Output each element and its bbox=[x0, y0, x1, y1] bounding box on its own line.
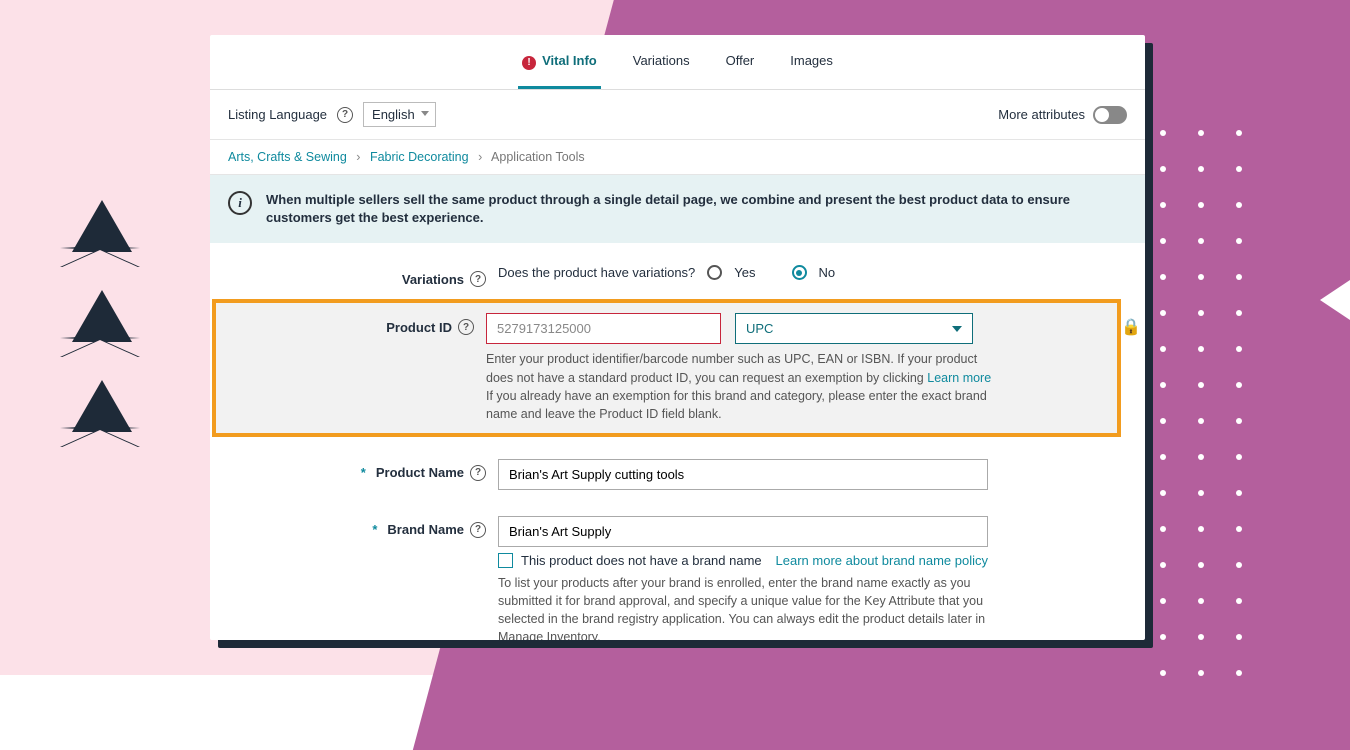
help-icon[interactable]: ? bbox=[470, 465, 486, 481]
product-id-help: Enter your product identifier/barcode nu… bbox=[486, 350, 996, 423]
info-icon: i bbox=[228, 191, 252, 215]
tab-images[interactable]: Images bbox=[786, 53, 837, 89]
warning-icon: ! bbox=[522, 56, 536, 70]
tab-bar: ! Vital Info Variations Offer Images bbox=[210, 35, 1145, 90]
lock-icon: 🔒 bbox=[1121, 317, 1141, 337]
seller-form-panel: ! Vital Info Variations Offer Images List… bbox=[210, 35, 1145, 640]
product-name-input[interactable] bbox=[498, 459, 988, 490]
listing-language-label: Listing Language bbox=[228, 107, 327, 122]
tab-label: Vital Info bbox=[542, 53, 597, 68]
product-name-label: Product Name bbox=[376, 465, 464, 480]
variations-question: Does the product have variations? bbox=[498, 265, 695, 280]
language-bar: Listing Language ? English More attribut… bbox=[210, 90, 1145, 140]
product-id-highlight: 🔒 Product ID? UPC Enter your product ide… bbox=[212, 299, 1121, 437]
help-icon[interactable]: ? bbox=[470, 522, 486, 538]
brand-name-help: To list your products after your brand i… bbox=[498, 574, 998, 640]
tab-offer[interactable]: Offer bbox=[722, 53, 759, 89]
product-id-type-value: UPC bbox=[746, 321, 773, 336]
more-attributes-label: More attributes bbox=[998, 107, 1085, 122]
brand-policy-link[interactable]: Learn more about brand name policy bbox=[776, 553, 988, 568]
brand-name-input[interactable] bbox=[498, 516, 988, 547]
radio-no[interactable] bbox=[792, 265, 807, 280]
radio-yes[interactable] bbox=[707, 265, 722, 280]
breadcrumb: Arts, Crafts & Sewing › Fabric Decoratin… bbox=[210, 140, 1145, 175]
no-brand-label: This product does not have a brand name bbox=[521, 553, 762, 568]
form-body: Variations? Does the product have variat… bbox=[210, 243, 1145, 640]
radio-no-label: No bbox=[819, 265, 836, 280]
crumb-current: Application Tools bbox=[491, 150, 585, 164]
info-text: When multiple sellers sell the same prod… bbox=[266, 191, 1127, 227]
language-select[interactable]: English bbox=[363, 102, 436, 127]
chevron-right-icon: › bbox=[356, 150, 360, 164]
product-id-type-select[interactable]: UPC bbox=[735, 313, 973, 344]
help-icon[interactable]: ? bbox=[458, 319, 474, 335]
triangle-logo-group bbox=[60, 200, 140, 470]
dot-grid bbox=[1160, 130, 1242, 706]
help-icon[interactable]: ? bbox=[470, 271, 486, 287]
bg-white-triangle bbox=[1320, 220, 1350, 380]
crumb-level-2[interactable]: Fabric Decorating bbox=[370, 150, 469, 164]
product-id-label: Product ID bbox=[386, 320, 452, 335]
info-banner: i When multiple sellers sell the same pr… bbox=[210, 175, 1145, 243]
more-attributes-toggle[interactable] bbox=[1093, 106, 1127, 124]
chevron-right-icon: › bbox=[478, 150, 482, 164]
crumb-level-1[interactable]: Arts, Crafts & Sewing bbox=[228, 150, 347, 164]
radio-yes-label: Yes bbox=[734, 265, 755, 280]
help-icon[interactable]: ? bbox=[337, 107, 353, 123]
brand-name-label: Brand Name bbox=[387, 522, 464, 537]
tab-variations[interactable]: Variations bbox=[629, 53, 694, 89]
language-value: English bbox=[372, 107, 415, 122]
product-id-input[interactable] bbox=[486, 313, 721, 344]
learn-more-link[interactable]: Learn more bbox=[927, 371, 991, 385]
no-brand-checkbox[interactable] bbox=[498, 553, 513, 568]
variations-label: Variations bbox=[402, 272, 464, 287]
tab-vital-info[interactable]: ! Vital Info bbox=[518, 53, 601, 89]
